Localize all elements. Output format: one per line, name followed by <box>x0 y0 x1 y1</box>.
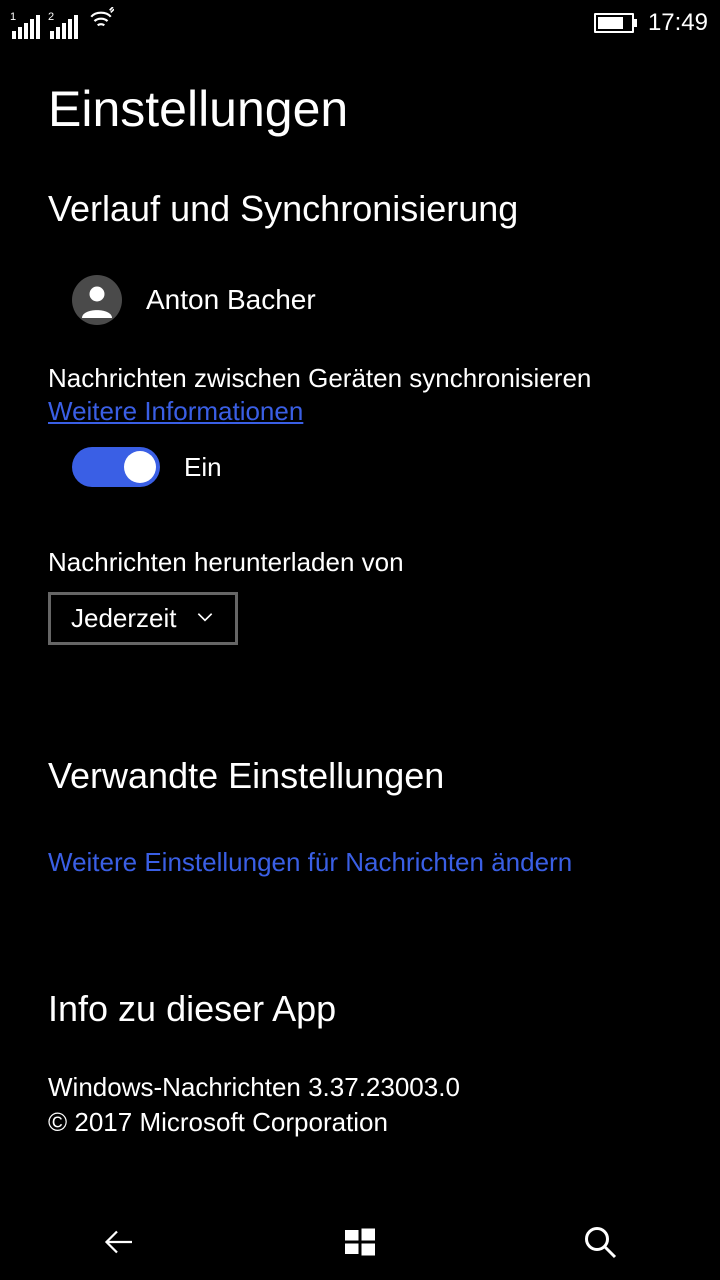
nav-bar <box>0 1202 720 1280</box>
wifi-icon <box>88 7 114 39</box>
windows-home-button[interactable] <box>330 1212 390 1272</box>
content: Einstellungen Verlauf und Synchronisieru… <box>0 80 720 1140</box>
sync-toggle[interactable] <box>72 447 160 487</box>
sim2-label: 2 <box>48 11 54 23</box>
toggle-knob <box>124 451 156 483</box>
download-select[interactable]: Jederzeit <box>48 592 238 645</box>
about-copyright: © 2017 Microsoft Corporation <box>48 1105 672 1140</box>
download-from-label: Nachrichten herunterladen von <box>48 547 672 578</box>
about-section-title: Info zu dieser App <box>48 988 672 1030</box>
more-info-link[interactable]: Weitere Informationen <box>48 396 303 427</box>
chevron-down-icon <box>195 603 215 634</box>
clock: 17:49 <box>648 9 708 37</box>
back-button[interactable] <box>90 1212 150 1272</box>
status-left: 1 2 <box>12 7 114 39</box>
status-right: 17:49 <box>594 9 708 37</box>
page-title: Einstellungen <box>48 80 672 138</box>
signal-sim1-icon: 1 <box>12 15 40 39</box>
status-bar: 1 2 17:49 <box>0 0 720 40</box>
related-section-title: Verwandte Einstellungen <box>48 755 672 797</box>
sync-description: Nachrichten zwischen Geräten synchronisi… <box>48 363 672 394</box>
sync-toggle-label: Ein <box>184 452 222 483</box>
about-app-version: Windows-Nachrichten 3.37.23003.0 <box>48 1070 672 1105</box>
user-row[interactable]: Anton Bacher <box>48 275 672 325</box>
history-section-title: Verlauf und Synchronisierung <box>48 188 672 230</box>
download-select-value: Jederzeit <box>71 603 177 634</box>
user-name: Anton Bacher <box>146 284 316 316</box>
search-button[interactable] <box>570 1212 630 1272</box>
related-settings-link[interactable]: Weitere Einstellungen für Nachrichten än… <box>48 847 672 878</box>
sim1-label: 1 <box>10 11 16 23</box>
avatar-icon <box>72 275 122 325</box>
sync-toggle-row: Ein <box>48 447 672 487</box>
battery-icon <box>594 13 634 33</box>
signal-sim2-icon: 2 <box>50 15 78 39</box>
